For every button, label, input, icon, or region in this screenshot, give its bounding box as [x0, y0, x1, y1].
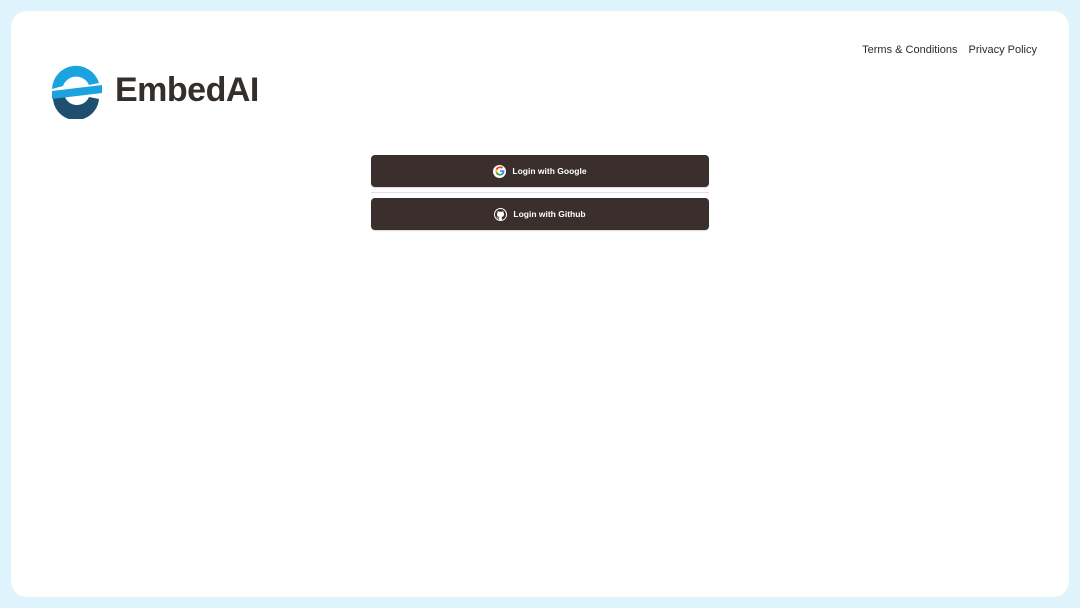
- login-github-button[interactable]: Login with Github: [371, 198, 709, 230]
- login-google-button[interactable]: Login with Google: [371, 155, 709, 187]
- brand-logo: EmbedAI: [47, 61, 259, 119]
- privacy-link[interactable]: Privacy Policy: [969, 44, 1037, 56]
- github-icon: [494, 207, 508, 221]
- login-card: Terms & Conditions Privacy Policy EmbedA…: [11, 11, 1069, 597]
- top-nav: Terms & Conditions Privacy Policy: [862, 44, 1037, 56]
- login-github-label: Login with Github: [513, 209, 586, 219]
- login-options: Login with Google Login with Github: [371, 155, 709, 230]
- embedai-logo-icon: [52, 65, 102, 119]
- login-google-label: Login with Google: [512, 166, 587, 176]
- google-icon: [493, 164, 507, 178]
- terms-link[interactable]: Terms & Conditions: [862, 44, 957, 56]
- divider: [371, 192, 709, 193]
- brand-name: EmbedAI: [115, 70, 259, 109]
